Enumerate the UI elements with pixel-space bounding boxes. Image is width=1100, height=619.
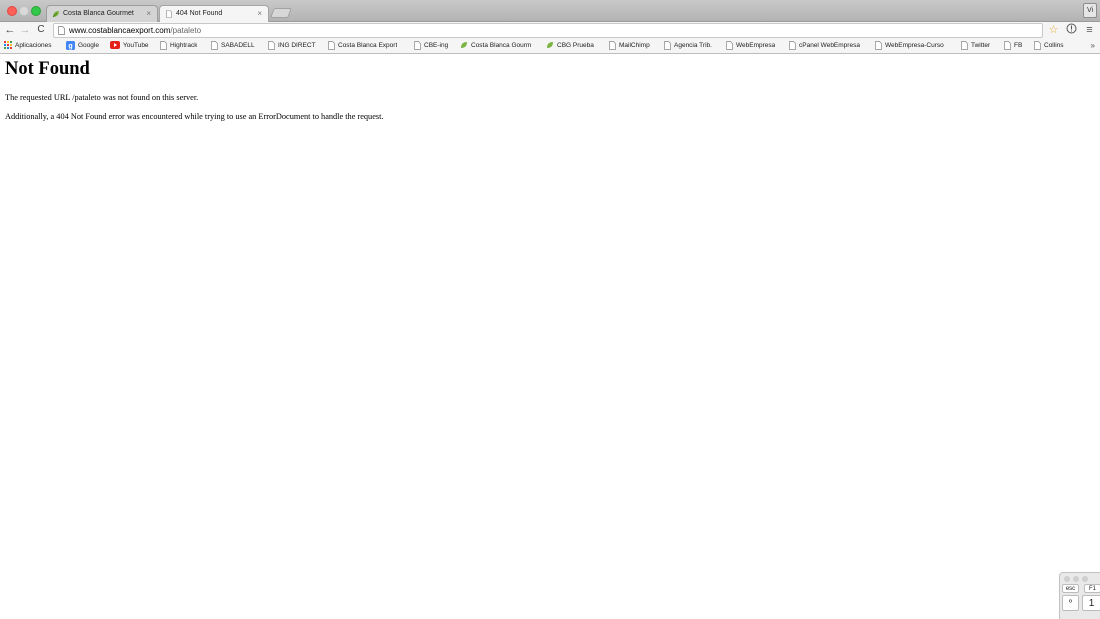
bookmark-cbe-ing[interactable]: CBE-ing xyxy=(414,39,448,53)
tab-strip: Costa Blanca Gourmet × 404 Not Found × V… xyxy=(0,0,1100,23)
page-icon xyxy=(609,40,616,50)
bookmark-star-icon[interactable]: ☆ xyxy=(1047,23,1060,37)
bookmark-mailchimp[interactable]: MailChimp xyxy=(609,39,650,53)
leaf-favicon xyxy=(547,42,553,48)
bookmark-costa-blanca-export[interactable]: Costa Blanca Export xyxy=(328,39,397,53)
bookmark-label: cPanel WebEmpresa xyxy=(799,42,860,49)
page-icon xyxy=(1034,40,1041,50)
back-arrow-icon[interactable]: ← xyxy=(4,23,16,37)
bookmark-fb[interactable]: FB xyxy=(1004,39,1022,53)
page-icon xyxy=(328,40,335,50)
page-icon xyxy=(789,40,796,50)
bookmark-cbg-prueba[interactable]: CBG Prueba xyxy=(546,39,594,53)
bookmark-collins[interactable]: Collins xyxy=(1034,39,1064,53)
keyboard-viewer-close-button[interactable] xyxy=(1064,576,1070,582)
bookmark-label: Costa Blanca Gourm xyxy=(471,42,532,49)
page-icon xyxy=(211,40,218,50)
svg-text:g: g xyxy=(68,43,72,50)
close-window-button[interactable] xyxy=(7,6,17,16)
bookmark-label: MailChimp xyxy=(619,42,650,49)
bookmark-label: Aplicaciones xyxy=(15,42,52,49)
reload-icon[interactable]: C xyxy=(35,23,47,37)
bookmark-label: Collins xyxy=(1044,42,1064,49)
url-text[interactable]: www.costablancaexport.com/pataleto xyxy=(69,24,201,37)
keyboard-viewer[interactable]: esc F1 º 1 xyxy=(1059,572,1100,619)
page-icon xyxy=(58,26,65,35)
page-icon xyxy=(664,40,671,50)
bookmark-label: Google xyxy=(78,42,99,49)
bookmark-sabadell[interactable]: SABADELL xyxy=(211,39,255,53)
bookmark-label: Hightrack xyxy=(170,42,198,49)
bookmark-label: Twitter xyxy=(971,42,991,49)
key-f1[interactable]: F1 xyxy=(1084,584,1100,593)
bookmark-aplicaciones[interactable]: Aplicaciones xyxy=(4,39,52,53)
page-icon xyxy=(166,10,172,18)
bookmark-label: WebEmpresa xyxy=(736,42,776,49)
page-icon xyxy=(1004,40,1011,50)
key-esc[interactable]: esc xyxy=(1062,584,1079,593)
bookmark-costa-blanca-gourmet[interactable]: Costa Blanca Gourm xyxy=(460,39,540,53)
bookmark-label: CBE-ing xyxy=(424,42,449,49)
tab-404-not-found[interactable]: 404 Not Found × xyxy=(159,5,269,23)
extension-icon[interactable] xyxy=(1065,23,1078,37)
bookmark-label: YouTube xyxy=(123,42,149,49)
url-host: www.costablancaexport.com xyxy=(69,26,171,35)
youtube-icon xyxy=(110,41,120,49)
tab-costa-blanca-gourmet[interactable]: Costa Blanca Gourmet × xyxy=(46,5,158,22)
minimize-window-button[interactable] xyxy=(19,6,29,16)
address-bar[interactable]: www.costablancaexport.com/pataleto xyxy=(53,23,1043,38)
profile-button[interactable]: Vi xyxy=(1083,3,1097,18)
page-icon xyxy=(414,40,421,50)
bookmark-label: ING DIRECT xyxy=(278,42,316,49)
bookmark-google[interactable]: g Google xyxy=(66,39,99,53)
zoom-window-button[interactable] xyxy=(31,6,41,16)
key-1[interactable]: 1 xyxy=(1082,595,1100,611)
apps-grid-icon xyxy=(4,41,12,49)
page-icon xyxy=(875,40,882,50)
new-tab-button[interactable] xyxy=(270,8,292,18)
close-icon[interactable]: × xyxy=(146,6,151,22)
key-ordinal[interactable]: º xyxy=(1062,595,1079,611)
page-icon xyxy=(961,40,968,50)
bookmarks-bar: Aplicaciones g Google YouTube Hightrack … xyxy=(0,39,1100,54)
keyboard-viewer-minimize-button[interactable] xyxy=(1073,576,1079,582)
error-document-message: Additionally, a 404 Not Found error was … xyxy=(5,112,384,121)
bookmark-label: Costa Blanca Export xyxy=(338,42,398,49)
bookmark-agencia-trib[interactable]: Agencia Trib. xyxy=(664,39,719,53)
google-icon: g xyxy=(66,40,75,50)
page-title: Not Found xyxy=(5,59,90,79)
error-message: The requested URL /pataleto was not foun… xyxy=(5,93,199,102)
page-icon xyxy=(726,40,733,50)
bookmark-webempresa[interactable]: WebEmpresa xyxy=(726,39,775,53)
bookmark-label: Agencia Trib. xyxy=(674,42,712,49)
bookmarks-overflow-button[interactable]: » xyxy=(1091,39,1095,53)
bookmark-label: WebEmpresa-Curso xyxy=(885,42,944,49)
menu-icon[interactable]: ≡ xyxy=(1083,23,1096,37)
bookmark-webempresa-curso[interactable]: WebEmpresa-Curso xyxy=(875,39,951,53)
bookmark-label: SABADELL xyxy=(221,42,255,49)
browser-toolbar: ← → C www.costablancaexport.com/pataleto… xyxy=(0,22,1100,39)
tab-title: 404 Not Found xyxy=(176,10,223,17)
leaf-favicon xyxy=(461,42,467,48)
bookmark-label: CBG Prueba xyxy=(557,42,594,49)
bookmark-twitter[interactable]: Twitter xyxy=(961,39,990,53)
bookmark-hightrack[interactable]: Hightrack xyxy=(160,39,197,53)
keyboard-viewer-zoom-button[interactable] xyxy=(1082,576,1088,582)
page-content: Not Found The requested URL /pataleto wa… xyxy=(0,55,1100,619)
bookmark-label: FB xyxy=(1014,42,1023,49)
page-icon xyxy=(268,40,275,50)
tab-title: Costa Blanca Gourmet xyxy=(63,10,134,17)
url-path: /pataleto xyxy=(170,26,202,35)
close-icon[interactable]: × xyxy=(257,6,262,22)
leaf-favicon xyxy=(52,11,59,18)
bookmark-youtube[interactable]: YouTube xyxy=(110,39,149,53)
page-icon xyxy=(160,40,167,50)
bookmark-ing-direct[interactable]: ING DIRECT xyxy=(268,39,316,53)
forward-arrow-icon[interactable]: → xyxy=(19,23,31,37)
bookmark-cpanel-webempresa[interactable]: cPanel WebEmpresa xyxy=(789,39,860,53)
